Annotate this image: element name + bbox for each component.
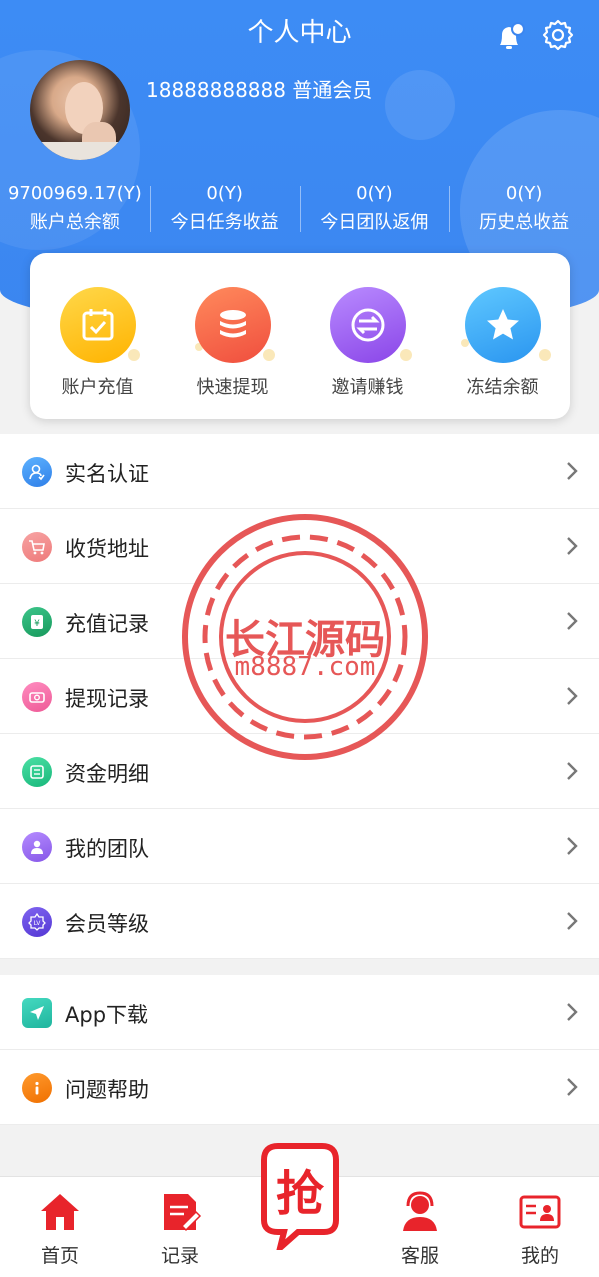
- account-stats: 9700969.17(Y) 账户总余额 0(Y) 今日任务收益 0(Y) 今日团…: [0, 180, 599, 236]
- chevron-right-icon: [567, 612, 578, 630]
- menu-item-real-name[interactable]: 实名认证: [0, 434, 599, 509]
- menu-item-help[interactable]: 问题帮助: [0, 1050, 599, 1125]
- menu-item-my-team[interactable]: 我的团队: [0, 809, 599, 884]
- menu-label: 资金明细: [65, 762, 149, 786]
- menu-item-member-level[interactable]: LV 会员等级: [0, 884, 599, 959]
- chevron-right-icon: [567, 687, 578, 705]
- action-label: 邀请赚钱: [331, 377, 404, 398]
- menu-label: 我的团队: [65, 837, 149, 861]
- menu-label: App下载: [65, 1003, 149, 1027]
- tab-label: 记录: [160, 1245, 199, 1267]
- stat-today-task-income: 0(Y) 今日任务收益: [149, 180, 300, 236]
- level-badge-icon: LV: [22, 907, 52, 937]
- chevron-right-icon: [567, 1003, 578, 1021]
- menu-label: 收货地址: [65, 537, 149, 561]
- stat-history-income: 0(Y) 历史总收益: [449, 180, 599, 236]
- user-phone-level: 18888888888 普通会员: [146, 78, 373, 102]
- settings-gear-icon[interactable]: [541, 18, 575, 52]
- chevron-right-icon: [567, 462, 578, 480]
- quick-actions-card: 账户充值 快速提现 邀请赚钱 冻结余额: [30, 253, 570, 419]
- exchange-icon: [329, 287, 406, 363]
- cart-icon: [22, 532, 52, 562]
- stat-total-balance: 9700969.17(Y) 账户总余额: [0, 180, 150, 236]
- stat-label: 今日任务收益: [170, 212, 279, 233]
- tab-label: 客服: [400, 1245, 439, 1267]
- stat-label: 今日团队返佣: [320, 212, 429, 233]
- action-label: 账户充值: [61, 377, 134, 398]
- tab-service[interactable]: 客服: [380, 1191, 460, 1268]
- menu-label: 会员等级: [65, 912, 149, 936]
- notification-bell-icon[interactable]: [493, 20, 527, 54]
- user-verify-icon: [22, 457, 52, 487]
- info-icon: [22, 1073, 52, 1103]
- other-menu: App下载 问题帮助: [0, 975, 599, 1125]
- stat-label: 账户总余额: [29, 212, 120, 233]
- tab-label: 我的: [520, 1245, 559, 1267]
- tab-label: 首页: [40, 1245, 79, 1267]
- action-frozen-balance[interactable]: 冻结余额: [435, 253, 570, 419]
- watermark-url: m8887.com: [234, 652, 376, 682]
- chevron-right-icon: [567, 837, 578, 855]
- action-invite[interactable]: 邀请赚钱: [300, 253, 435, 419]
- stat-label: 历史总收益: [479, 212, 570, 233]
- stat-today-team-rebate: 0(Y) 今日团队返佣: [299, 180, 450, 236]
- tab-mine[interactable]: 我的: [500, 1191, 580, 1268]
- decor-bubble: [385, 70, 455, 140]
- chevron-right-icon: [567, 537, 578, 555]
- chevron-right-icon: [567, 912, 578, 930]
- money-icon: [22, 682, 52, 712]
- svg-text:¥: ¥: [34, 619, 40, 629]
- stat-value: 0(Y): [505, 183, 543, 204]
- action-withdraw[interactable]: 快速提现: [165, 253, 300, 419]
- watermark-seal: 长江源码 m8887.com: [180, 512, 430, 762]
- star-icon: [464, 287, 541, 363]
- chevron-right-icon: [567, 1078, 578, 1096]
- stat-value: 0(Y): [206, 183, 243, 204]
- team-icon: [22, 832, 52, 862]
- svg-text:LV: LV: [34, 920, 42, 927]
- menu-label: 问题帮助: [65, 1078, 149, 1102]
- menu-label: 充值记录: [65, 612, 149, 636]
- profile-card-icon: [519, 1195, 561, 1229]
- wallet-icon: ¥: [22, 607, 52, 637]
- menu-item-app-download[interactable]: App下载: [0, 975, 599, 1050]
- records-icon: [164, 1194, 202, 1232]
- ledger-icon: [22, 757, 52, 787]
- action-label: 快速提现: [196, 377, 269, 398]
- calendar-check-icon: [59, 287, 136, 363]
- avatar[interactable]: [30, 60, 130, 160]
- stat-value: 0(Y): [356, 183, 393, 204]
- grab-order-button[interactable]: 抢: [258, 1140, 342, 1257]
- tab-home[interactable]: 首页: [20, 1191, 100, 1268]
- action-label: 冻结余额: [466, 377, 539, 398]
- stat-value: 9700969.17(Y): [7, 183, 142, 204]
- menu-label: 实名认证: [65, 462, 149, 486]
- coin-stack-icon: [194, 287, 271, 363]
- action-recharge[interactable]: 账户充值: [30, 253, 165, 419]
- home-icon: [41, 1194, 79, 1230]
- chevron-right-icon: [567, 762, 578, 780]
- tab-records[interactable]: 记录: [140, 1191, 220, 1268]
- menu-label: 提现记录: [65, 687, 149, 711]
- grab-label: 抢: [276, 1166, 325, 1222]
- send-icon: [22, 998, 52, 1028]
- customer-service-icon: [403, 1191, 437, 1231]
